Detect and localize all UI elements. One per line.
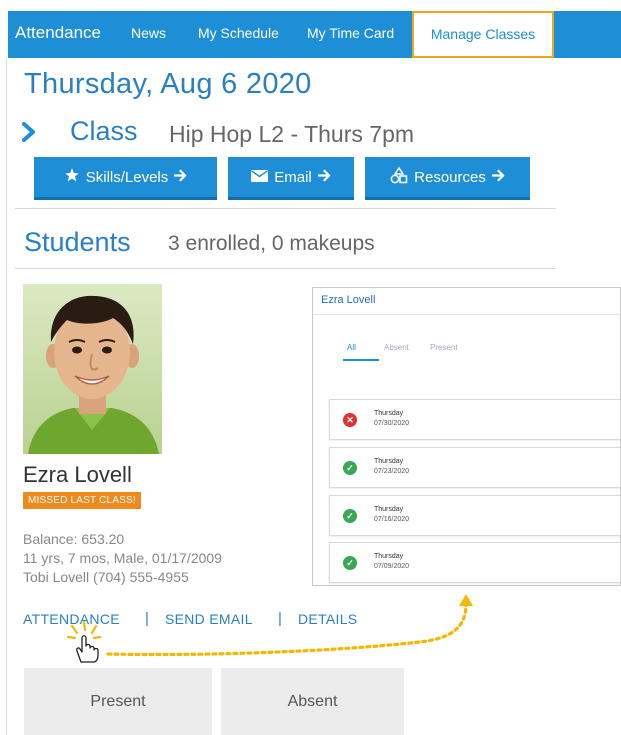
click-pointer-icon bbox=[66, 620, 102, 663]
